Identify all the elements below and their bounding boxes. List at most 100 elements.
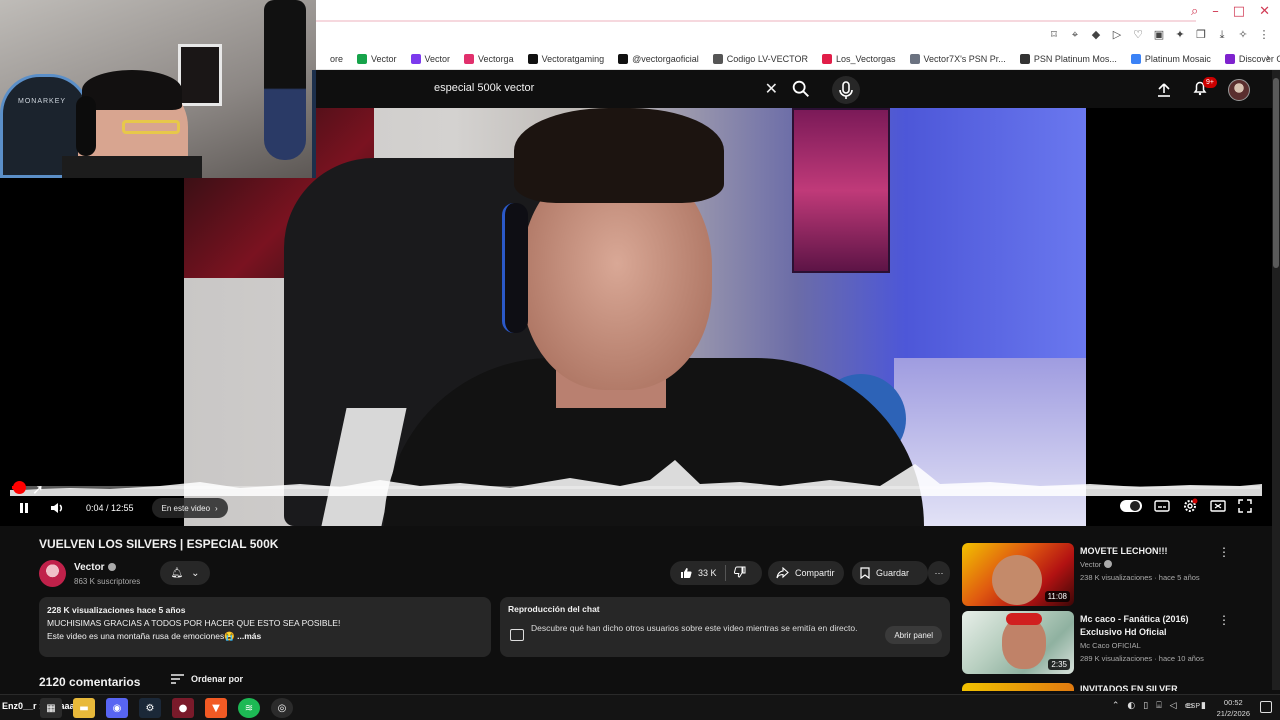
- channel-avatar[interactable]: [39, 560, 66, 587]
- file-explorer-icon[interactable]: ▬: [73, 698, 95, 718]
- bookmarks-overflow-icon[interactable]: ›: [1266, 52, 1270, 64]
- share-button[interactable]: Compartir: [768, 561, 844, 585]
- video-thumbnail[interactable]: 11:08: [962, 543, 1074, 606]
- open-panel-button[interactable]: Abrir panel: [885, 626, 942, 644]
- chapter-button[interactable]: En este video ›: [151, 498, 228, 518]
- recommendation-title[interactable]: INVITADOS EN SILVER: [1080, 683, 1230, 691]
- video-title: VUELVEN LOS SILVERS | ESPECIAL 500K: [39, 537, 279, 551]
- header-actions: 9+: [1156, 76, 1250, 101]
- bookmark-label: Codigo LV-VECTOR: [726, 53, 808, 64]
- ai-icon[interactable]: ✧: [1237, 28, 1249, 42]
- channel-name-row[interactable]: Vector: [74, 562, 116, 573]
- account-avatar[interactable]: [1228, 79, 1250, 101]
- extension-icons: ⌑ ⌖ ◆ ▷ ♡ ▣ ✦ ❐ ⤓ ✧ ⋮: [1048, 28, 1270, 42]
- channel-name[interactable]: Vector: [74, 562, 105, 573]
- volume-button[interactable]: [48, 498, 68, 518]
- comments-count: 2120 comentarios: [39, 675, 141, 689]
- recommendation-channel[interactable]: Mc Caco OFICIAL: [1080, 641, 1141, 650]
- recommendation-channel-row[interactable]: Vector: [1080, 560, 1113, 569]
- wallet-icon[interactable]: ▣: [1153, 28, 1165, 42]
- search-button[interactable]: [790, 78, 816, 102]
- bookmark-item[interactable]: Los_Vectorgas: [822, 53, 896, 64]
- language-indicator[interactable]: ESP: [1186, 703, 1200, 710]
- spotify-icon[interactable]: ≋: [238, 698, 260, 718]
- maximize-button[interactable]: □: [1233, 4, 1245, 19]
- scrollbar-thumb[interactable]: [1273, 78, 1279, 268]
- bookmark-item[interactable]: PSN Platinum Mos...: [1019, 53, 1117, 64]
- chevron-up-icon[interactable]: ⌃: [1112, 701, 1120, 711]
- brave-browser-icon[interactable]: ▼: [205, 698, 227, 718]
- bookmark-item[interactable]: Vector: [410, 53, 450, 64]
- search-query[interactable]: especial 500k vector: [434, 82, 534, 94]
- network-icon[interactable]: ⌸: [1156, 701, 1161, 711]
- share-label: Compartir: [795, 568, 835, 578]
- bookmark-item[interactable]: Vector: [357, 53, 397, 64]
- recommendation-title[interactable]: Mc caco - Fanática (2016) Exclusivo Hd O…: [1080, 613, 1230, 639]
- bookmark-item[interactable]: Discover Games -...: [1224, 53, 1280, 64]
- taskbar-clock[interactable]: 00:52 21/2/2026: [1217, 697, 1250, 719]
- search-input[interactable]: especial 500k vector ✕: [422, 78, 782, 102]
- extension-icon[interactable]: ✦: [1174, 28, 1186, 42]
- bookmark-item[interactable]: Codigo LV-VECTOR: [712, 53, 808, 64]
- bookmark-icon[interactable]: ⌑: [1048, 28, 1060, 42]
- dislike-button[interactable]: [726, 566, 754, 581]
- usb-icon[interactable]: ▯: [1143, 701, 1148, 711]
- bookmark-label: Vectoratgaming: [541, 53, 605, 64]
- taskview-icon[interactable]: ▦: [40, 698, 62, 718]
- bookmark-item[interactable]: Platinum Mosaic: [1130, 53, 1211, 64]
- description-more-link[interactable]: ...más: [237, 631, 261, 641]
- notifications-button[interactable]: 9+: [1192, 76, 1217, 101]
- progress-bar[interactable]: [12, 481, 1260, 494]
- pin-icon[interactable]: ⌖: [1069, 28, 1081, 42]
- autoplay-toggle[interactable]: [1120, 500, 1142, 512]
- recommendation-item[interactable]: 11:08 MOVETE LECHON!!! Vector 238 K visu…: [962, 543, 1262, 607]
- subtitles-icon[interactable]: [1154, 499, 1170, 513]
- close-button[interactable]: ✕: [1259, 4, 1270, 19]
- download-icon[interactable]: ⤓: [1216, 28, 1228, 42]
- like-button[interactable]: 33 K: [670, 565, 726, 581]
- bookmark-item[interactable]: @vectorgaoficial: [618, 53, 699, 64]
- search-tabs-icon[interactable]: ⌕: [1191, 4, 1198, 19]
- heart-icon[interactable]: ♡: [1132, 28, 1144, 42]
- app-icon[interactable]: ●: [172, 698, 194, 718]
- obs-icon[interactable]: ◎: [271, 698, 293, 718]
- upload-icon[interactable]: [1156, 82, 1172, 98]
- notification-center-icon[interactable]: [1260, 701, 1272, 713]
- bookmark-label: @vectorgaoficial: [632, 53, 699, 64]
- subscription-bell-button[interactable]: 🔔︎ ⌄: [160, 561, 210, 585]
- recommendation-item[interactable]: 2:35 Mc caco - Fanática (2016) Exclusivo…: [962, 611, 1262, 675]
- page-scrollbar[interactable]: [1272, 70, 1280, 690]
- tray-app-icon[interactable]: ◐: [1127, 701, 1135, 711]
- recommendation-menu-icon[interactable]: ⋮: [1218, 613, 1230, 627]
- play-icon[interactable]: ▷: [1111, 28, 1123, 42]
- recommendation-title[interactable]: MOVETE LECHON!!!: [1080, 545, 1230, 558]
- pause-button[interactable]: [14, 498, 34, 518]
- video-thumbnail[interactable]: [962, 683, 1074, 691]
- settings-icon[interactable]: [1182, 498, 1198, 514]
- steam-icon[interactable]: ⚙: [139, 698, 161, 718]
- more-actions-button[interactable]: ···: [928, 561, 950, 585]
- speaker-icon[interactable]: ◁: [1170, 701, 1177, 711]
- save-button[interactable]: Guardar: [852, 561, 928, 585]
- menu-icon[interactable]: ⋮: [1258, 28, 1270, 42]
- copy-icon[interactable]: ❐: [1195, 28, 1207, 42]
- bookmark-item[interactable]: ore: [316, 53, 343, 64]
- fullscreen-icon[interactable]: [1238, 499, 1252, 513]
- recommendation-item[interactable]: INVITADOS EN SILVER: [962, 683, 1262, 691]
- description-box[interactable]: 228 K visualizaciones hace 5 años MUCHIS…: [39, 597, 491, 657]
- clear-icon[interactable]: ✕: [765, 79, 778, 98]
- bookmark-item[interactable]: Vector7X's PSN Pr...: [909, 53, 1006, 64]
- discord-icon[interactable]: ◉: [106, 698, 128, 718]
- bookmark-item[interactable]: Vectoratgaming: [527, 53, 605, 64]
- minimize-button[interactable]: –: [1212, 4, 1219, 19]
- miniplayer-icon[interactable]: [1210, 499, 1226, 513]
- sort-comments-button[interactable]: Ordenar por: [171, 674, 243, 684]
- webcam-edge: [312, 70, 316, 178]
- voice-search-button[interactable]: [832, 76, 860, 104]
- shield-icon[interactable]: ◆: [1090, 28, 1102, 42]
- video-thumbnail[interactable]: 2:35: [962, 611, 1074, 674]
- bookmark-item[interactable]: Vectorga: [464, 53, 514, 64]
- mic-tray-icon[interactable]: ▮: [1201, 701, 1206, 711]
- recommendation-channel[interactable]: Vector: [1080, 560, 1101, 569]
- recommendation-menu-icon[interactable]: ⋮: [1218, 545, 1230, 559]
